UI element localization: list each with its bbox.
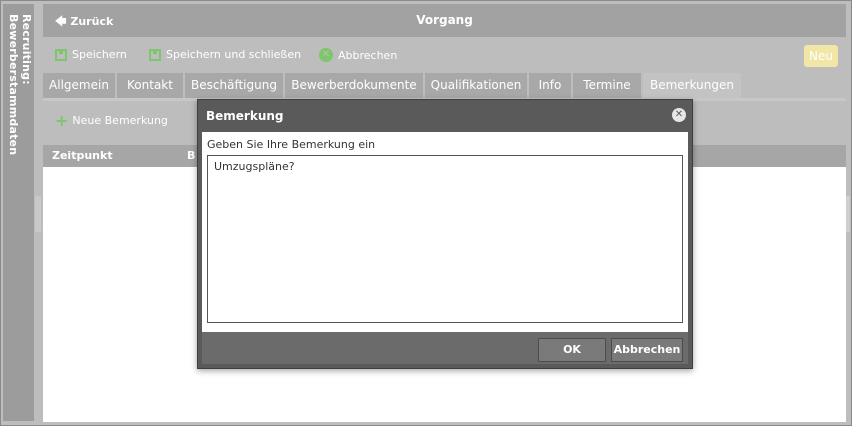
cancel-icon: ✕ — [319, 48, 333, 62]
dialog-body: Geben Sie Ihre Bemerkung ein Umzugspläne… — [202, 132, 688, 332]
save-close-button[interactable]: Speichern und schließen — [149, 48, 301, 61]
dialog-prompt: Geben Sie Ihre Bemerkung ein — [207, 138, 376, 151]
dialog-title: Bemerkung — [206, 109, 284, 123]
column-header-zeitpunkt[interactable]: Zeitpunkt — [52, 149, 113, 162]
tab-beschaeftigung[interactable]: Beschäftigung — [185, 73, 283, 98]
save-button[interactable]: Speichern — [55, 48, 127, 61]
tab-bewerberdokumente[interactable]: Bewerberdokumente — [285, 73, 423, 98]
tab-qualifikationen[interactable]: Qualifikationen — [425, 73, 527, 98]
cancel-label: Abbrechen — [338, 48, 398, 62]
close-icon[interactable]: ✕ — [672, 108, 686, 122]
plus-icon: + — [55, 110, 69, 130]
tab-bar: Allgemein Kontakt Beschäftigung Bewerber… — [43, 73, 846, 98]
dialog-footer: OK Abbrechen — [202, 332, 688, 364]
tab-termine[interactable]: Termine — [573, 73, 641, 98]
toolbar: Speichern Speichern und schließen ✕ Abbr… — [43, 42, 846, 70]
tab-kontakt[interactable]: Kontakt — [117, 73, 183, 98]
status-badge: Neu — [804, 45, 838, 67]
add-remark-label: Neue Bemerkung — [72, 114, 168, 127]
save-icon — [55, 48, 67, 61]
save-close-label: Speichern und schließen — [166, 48, 302, 61]
dialog-cancel-button[interactable]: Abbrechen — [611, 338, 683, 362]
remark-textarea[interactable]: Umzugspläne? — [207, 155, 683, 323]
side-rail-title: Recruiting: Bewerberstammdaten — [7, 14, 33, 156]
save-close-icon — [149, 48, 161, 61]
splitter-handle[interactable] — [35, 196, 41, 232]
remark-dialog: Bemerkung ✕ Geben Sie Ihre Bemerkung ein… — [197, 99, 693, 369]
page-title: Vorgang — [416, 13, 473, 27]
tab-allgemein[interactable]: Allgemein — [43, 73, 115, 98]
side-rail[interactable]: Recruiting: Bewerberstammdaten — [3, 4, 34, 421]
tab-info[interactable]: Info — [529, 73, 571, 98]
add-remark-button[interactable]: + Neue Bemerkung — [55, 110, 168, 130]
ok-button[interactable]: OK — [538, 338, 606, 362]
column-header-bemerkung[interactable]: B — [187, 149, 195, 162]
save-label: Speichern — [72, 48, 127, 61]
cancel-button[interactable]: ✕ Abbrechen — [319, 48, 397, 62]
tab-bemerkungen[interactable]: Bemerkungen — [643, 73, 741, 98]
header-bar: 🡄 Zurück Vorgang — [43, 4, 846, 37]
